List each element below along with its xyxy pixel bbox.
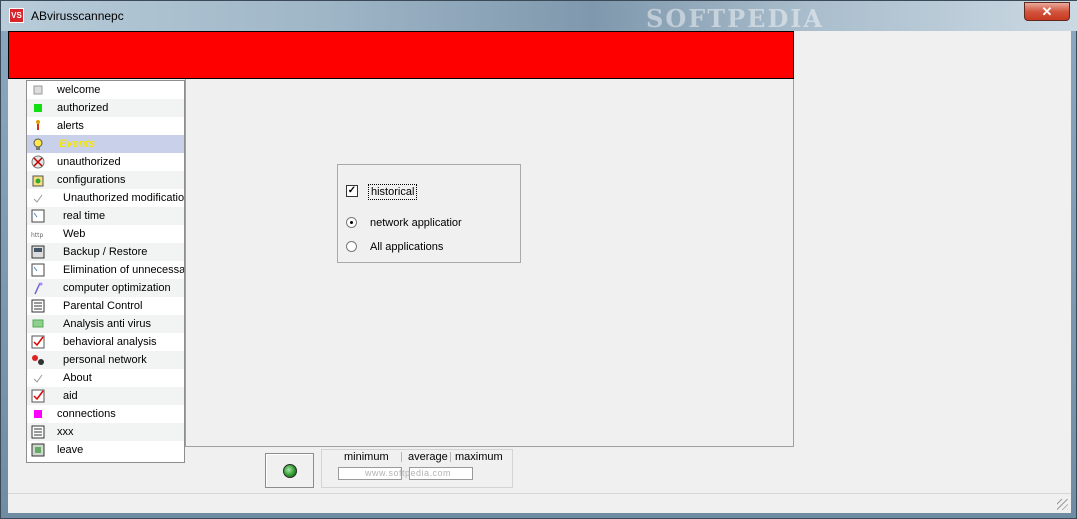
app-icon[interactable]: VS xyxy=(9,8,24,23)
window-icon xyxy=(31,209,45,223)
sidebar-item-label: configurations xyxy=(57,174,126,186)
lightbulb-icon xyxy=(31,137,45,151)
average-label: average xyxy=(406,451,450,463)
sidebar-item-label: Analysis anti virus xyxy=(63,318,152,330)
main-panel xyxy=(185,79,794,447)
close-button[interactable]: ✕ xyxy=(1024,2,1070,21)
sidebar-item-xxx[interactable]: xxx xyxy=(27,423,184,441)
sidebar-item-analysis-anti-virus[interactable]: Analysis anti virus xyxy=(27,315,184,333)
sidebar-item-label: authorized xyxy=(57,102,109,114)
sidebar-item-label: Events xyxy=(59,138,96,150)
sidebar-item-label: unauthorized xyxy=(57,156,121,168)
sidebar-item-label: aid xyxy=(63,390,78,402)
sidebar-item-authorized[interactable]: authorized xyxy=(27,99,184,117)
all-applications-radio[interactable] xyxy=(346,241,357,252)
sidebar-item-label: connections xyxy=(57,408,116,420)
green-square-icon xyxy=(31,101,45,115)
app-window: VS ABvirusscannepc SOFTPEDIA ✕ welcome au… xyxy=(0,0,1077,519)
sidebar-item-label: real time xyxy=(63,210,106,222)
sidebar-item-alerts[interactable]: alerts xyxy=(27,117,184,135)
resize-grip-icon[interactable] xyxy=(1057,499,1068,510)
sidebar-item-connections[interactable]: connections xyxy=(27,405,184,423)
status-bar xyxy=(8,493,1071,513)
sidebar-item-label: About xyxy=(63,372,92,384)
stat-separator xyxy=(401,452,402,462)
historical-checkbox[interactable]: ✓ xyxy=(346,185,358,197)
doc-icon xyxy=(31,83,45,97)
sidebar-item-label: computer optimization xyxy=(63,282,171,294)
svg-text:http: http xyxy=(31,232,44,239)
network-application-radio[interactable] xyxy=(346,217,357,228)
sidebar-item-label: Web xyxy=(63,228,86,240)
softpedia-url-watermark: www.softpedia.com xyxy=(365,468,452,478)
sidebar-item-label: Backup / Restore xyxy=(63,246,148,258)
sidebar-item-behavioral-analysis[interactable]: behavioral analysis xyxy=(27,333,184,351)
sidebar-item-unauthorized[interactable]: unauthorized xyxy=(27,153,184,171)
sidebar-item-label: leave xyxy=(57,444,84,456)
sidebar-item-label: Parental Control xyxy=(63,300,143,312)
sidebar-item-parental-control[interactable]: Parental Control xyxy=(27,297,184,315)
sidebar-item-personal-network[interactable]: personal network xyxy=(27,351,184,369)
start-button[interactable] xyxy=(265,453,314,488)
sidebar-item-aid[interactable]: aid xyxy=(27,387,184,405)
backup-icon xyxy=(31,245,45,259)
sidebar-menu: welcome authorized alerts Events unauthorize… xyxy=(26,80,185,463)
network-icon xyxy=(31,353,45,367)
options-group: ✓ historical network applicatior All app… xyxy=(337,164,521,263)
http-icon: http xyxy=(31,227,45,241)
maximum-label: maximum xyxy=(453,451,505,463)
alert-figure-icon xyxy=(31,119,45,133)
list-icon xyxy=(31,425,45,439)
red-check-icon xyxy=(31,389,45,403)
green-light-icon xyxy=(283,464,297,478)
red-check-icon xyxy=(31,335,45,349)
check-small-icon xyxy=(31,371,45,385)
sidebar-item-label: Unauthorized modification xyxy=(63,192,184,204)
softpedia-watermark: SOFTPEDIA xyxy=(646,4,825,33)
sidebar-item-backup-restore[interactable]: Backup / Restore xyxy=(27,243,184,261)
historical-label: historical xyxy=(368,184,418,200)
client-area: welcome authorized alerts Events unauthorize… xyxy=(8,31,1071,513)
sidebar-item-label: personal network xyxy=(63,354,147,366)
network-application-label: network applicatior xyxy=(370,217,462,229)
sidebar-item-unauthorized-modification[interactable]: Unauthorized modification xyxy=(27,189,184,207)
sidebar-item-leave[interactable]: leave xyxy=(27,441,184,459)
sidebar-item-label: Elimination of unnecessary xyxy=(63,264,184,276)
magenta-square-icon xyxy=(31,407,45,421)
header-banner xyxy=(8,31,794,79)
window-title: ABvirusscannepc xyxy=(31,9,124,23)
sidebar-item-label: welcome xyxy=(57,84,101,96)
wand-icon xyxy=(31,281,45,295)
sidebar-item-configurations[interactable]: configurations xyxy=(27,171,184,189)
minimum-label: minimum xyxy=(342,451,391,463)
sidebar-item-welcome[interactable]: welcome xyxy=(27,81,184,99)
green-box-icon xyxy=(31,317,45,331)
sidebar-item-events[interactable]: Events xyxy=(27,135,184,153)
sidebar-item-label: behavioral analysis xyxy=(63,336,157,348)
sidebar-item-web[interactable]: http Web xyxy=(27,225,184,243)
sidebar-item-real-time[interactable]: real time xyxy=(27,207,184,225)
title-bar[interactable]: VS ABvirusscannepc SOFTPEDIA ✕ xyxy=(1,1,1077,33)
sidebar-item-computer-optimization[interactable]: computer optimization xyxy=(27,279,184,297)
check-small-icon xyxy=(31,191,45,205)
sidebar-item-label: xxx xyxy=(57,426,74,438)
sidebar-item-label: alerts xyxy=(57,120,84,132)
sidebar-item-elimination-of-unnecessary[interactable]: Elimination of unnecessary xyxy=(27,261,184,279)
stat-separator xyxy=(450,452,451,462)
all-applications-label: All applications xyxy=(370,241,444,253)
blocked-icon xyxy=(31,155,45,169)
list-icon xyxy=(31,299,45,313)
exit-icon xyxy=(31,443,45,457)
sidebar-item-about[interactable]: About xyxy=(27,369,184,387)
config-icon xyxy=(31,173,45,187)
window-icon xyxy=(31,263,45,277)
